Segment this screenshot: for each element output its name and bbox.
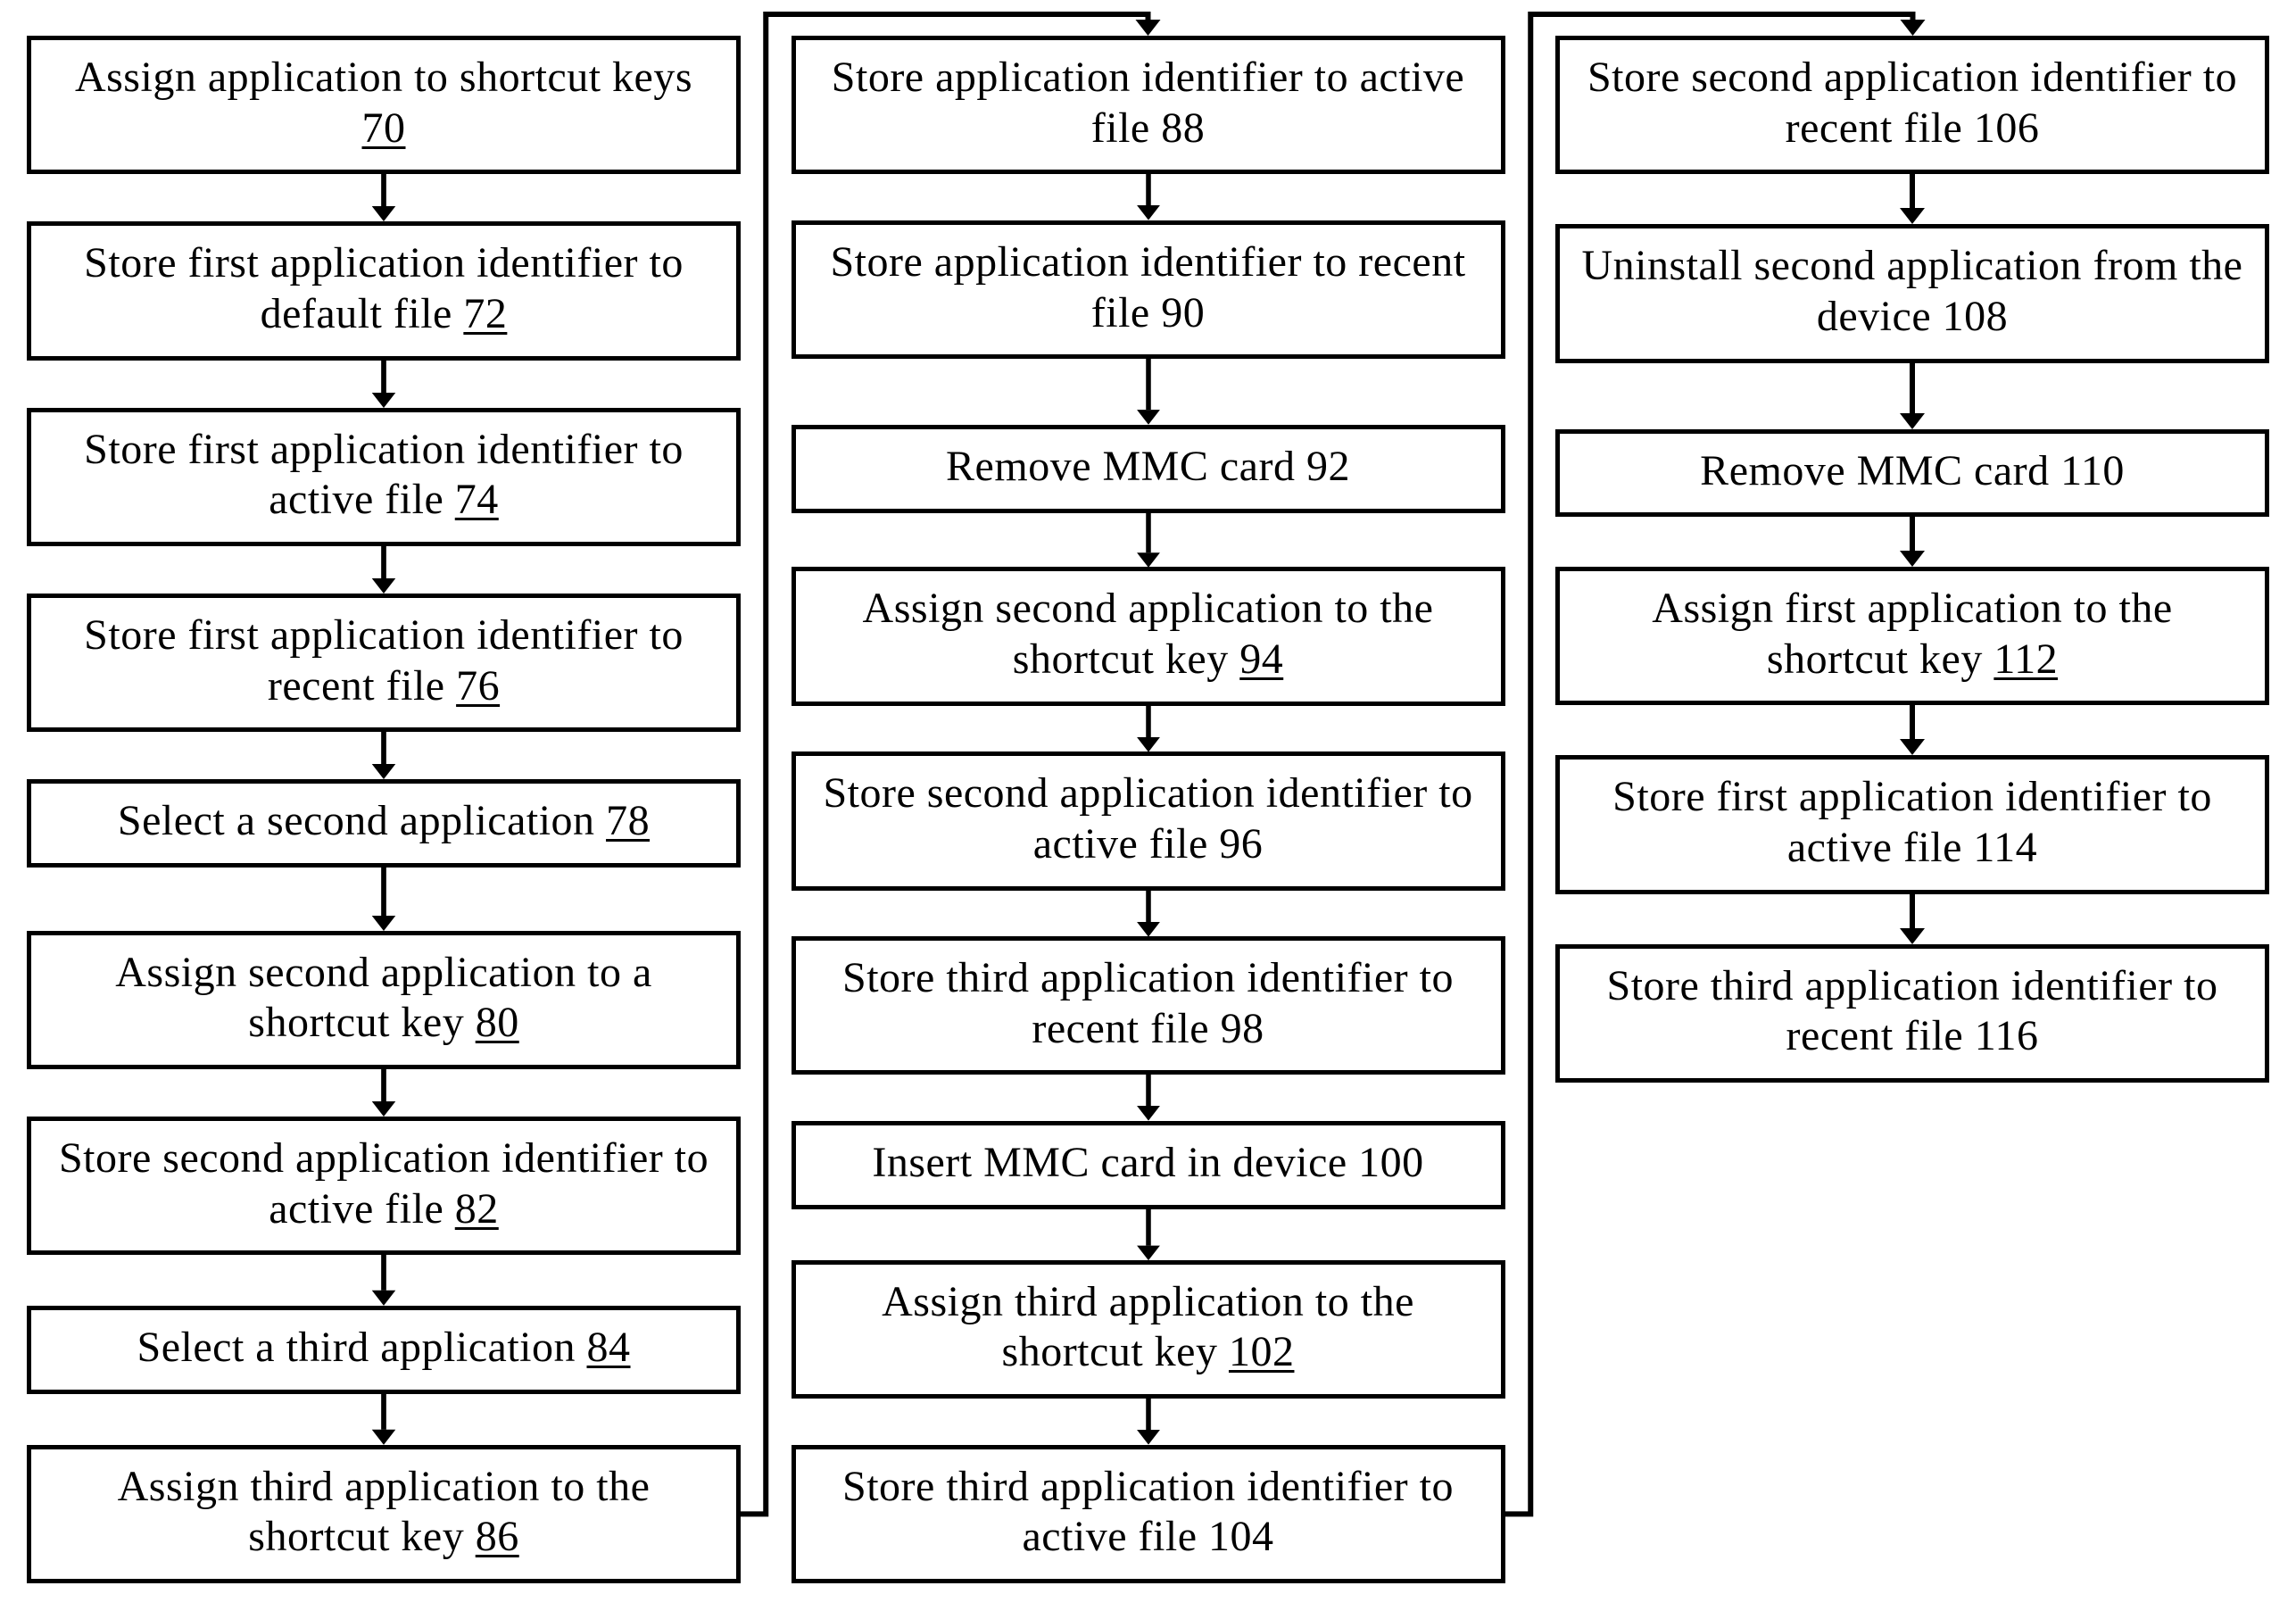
down-arrow	[364, 868, 403, 931]
step-text: Assign second application to the shortcu…	[863, 585, 1434, 683]
step-ref: 108	[1943, 293, 2009, 340]
step-text: Insert MMC card in device	[872, 1139, 1358, 1186]
step-ref: 112	[1993, 635, 2058, 683]
down-arrow	[1129, 891, 1168, 937]
flow-step: Assign second application to the shortcu…	[792, 567, 1505, 705]
down-arrow	[364, 732, 403, 779]
down-arrow	[1893, 894, 1932, 944]
step-text: Store application identifier to active f…	[832, 54, 1464, 152]
down-arrow	[1893, 363, 1932, 429]
step-text: Store third application identifier to re…	[1607, 962, 2218, 1060]
flow-step: Select a third application 84	[27, 1306, 741, 1394]
step-ref: 90	[1161, 289, 1205, 336]
step-text: Store first application identifier to ac…	[1612, 773, 2212, 871]
down-arrow	[1893, 174, 1932, 224]
down-arrow	[364, 174, 403, 221]
down-arrow	[1129, 1075, 1168, 1121]
down-arrow	[364, 361, 403, 408]
flow-step: Assign application to shortcut keys 70	[27, 36, 741, 174]
step-ref: 106	[1974, 104, 2040, 152]
flow-step: Assign third application to the shortcut…	[792, 1260, 1505, 1399]
down-arrow	[1129, 513, 1168, 568]
step-text: Select a third application	[137, 1324, 587, 1371]
step-ref: 84	[587, 1324, 631, 1371]
step-ref: 114	[1973, 824, 2037, 871]
step-text: Store third application identifier to re…	[842, 954, 1454, 1052]
step-ref: 100	[1358, 1139, 1424, 1186]
down-arrow	[1129, 1209, 1168, 1260]
step-text: Assign third application to the shortcut…	[118, 1463, 651, 1561]
flow-step: Store first application identifier to ac…	[1555, 755, 2269, 893]
step-text: Store third application identifier to ac…	[842, 1463, 1454, 1561]
step-ref: 102	[1229, 1328, 1295, 1375]
flow-step: Store second application identifier to a…	[792, 751, 1505, 890]
step-ref: 76	[456, 662, 500, 710]
down-arrow	[1893, 705, 1932, 755]
flow-column-2: Store application identifier to active f…	[792, 36, 1505, 1583]
flow-step: Store first application identifier to re…	[27, 594, 741, 732]
step-text: Assign second application to a shortcut …	[115, 949, 652, 1047]
step-ref: 116	[1975, 1012, 2039, 1059]
down-arrow	[364, 1394, 403, 1445]
flow-step: Assign second application to a shortcut …	[27, 931, 741, 1069]
step-ref: 72	[463, 290, 507, 337]
step-text: Assign first application to the shortcut…	[1652, 585, 2172, 683]
step-ref: 94	[1239, 635, 1283, 683]
step-ref: 78	[606, 797, 650, 844]
step-ref: 104	[1208, 1513, 1274, 1560]
down-arrow	[1893, 517, 1932, 567]
step-ref: 82	[455, 1185, 499, 1233]
down-arrow	[1129, 174, 1168, 220]
down-arrow	[1129, 359, 1168, 425]
flow-step: Store third application identifier to re…	[1555, 944, 2269, 1083]
step-ref: 96	[1219, 820, 1263, 868]
down-arrow	[364, 546, 403, 594]
flow-step: Assign third application to the shortcut…	[27, 1445, 741, 1583]
step-text: Store second application identifier to r…	[1587, 54, 2237, 152]
step-ref: 110	[2060, 447, 2125, 494]
step-text: Store first application identifier to re…	[84, 611, 684, 710]
flow-step: Remove MMC card 92	[792, 425, 1505, 513]
step-text: Assign application to shortcut keys	[75, 54, 692, 101]
flow-step: Store first application identifier to de…	[27, 221, 741, 360]
step-text: Uninstall second application from the de…	[1582, 242, 2243, 340]
step-text: Remove MMC card	[946, 443, 1306, 490]
flowchart-page: Assign application to shortcut keys 70 S…	[0, 0, 2296, 1619]
flow-step: Insert MMC card in device 100	[792, 1121, 1505, 1209]
step-ref: 74	[455, 476, 499, 523]
step-ref: 98	[1221, 1005, 1264, 1052]
flow-step: Store application identifier to active f…	[792, 36, 1505, 174]
step-ref: 92	[1306, 443, 1350, 490]
down-arrow	[364, 1255, 403, 1306]
step-text: Assign third application to the shortcut…	[882, 1278, 1414, 1376]
step-text: Store first application identifier to ac…	[84, 426, 684, 524]
flow-step: Store third application identifier to re…	[792, 936, 1505, 1075]
step-ref: 88	[1161, 104, 1205, 152]
flow-step: Store application identifier to recent f…	[792, 220, 1505, 359]
step-text: Remove MMC card	[1700, 447, 2060, 494]
step-ref: 86	[476, 1513, 519, 1560]
flow-step: Remove MMC card 110	[1555, 429, 2269, 518]
step-text: Store second application identifier to a…	[823, 769, 1472, 868]
step-text: Store application identifier to recent f…	[830, 238, 1465, 336]
step-ref: 80	[476, 999, 519, 1046]
down-arrow	[1129, 706, 1168, 752]
flow-step: Uninstall second application from the de…	[1555, 224, 2269, 362]
flow-step: Select a second application 78	[27, 779, 741, 868]
step-text: Store first application identifier to de…	[84, 239, 684, 337]
step-text: Store second application identifier to a…	[59, 1134, 709, 1233]
flow-step: Store third application identifier to ac…	[792, 1445, 1505, 1583]
down-arrow	[1129, 1399, 1168, 1445]
flow-column-3: Store second application identifier to r…	[1555, 36, 2269, 1583]
flow-step: Store first application identifier to ac…	[27, 408, 741, 546]
down-arrow	[364, 1069, 403, 1117]
flow-step: Store second application identifier to a…	[27, 1117, 741, 1255]
flow-step: Store second application identifier to r…	[1555, 36, 2269, 174]
step-text: Select a second application	[118, 797, 606, 844]
flow-step: Assign first application to the shortcut…	[1555, 567, 2269, 705]
flow-column-1: Assign application to shortcut keys 70 S…	[27, 36, 741, 1583]
step-ref: 70	[362, 104, 406, 152]
